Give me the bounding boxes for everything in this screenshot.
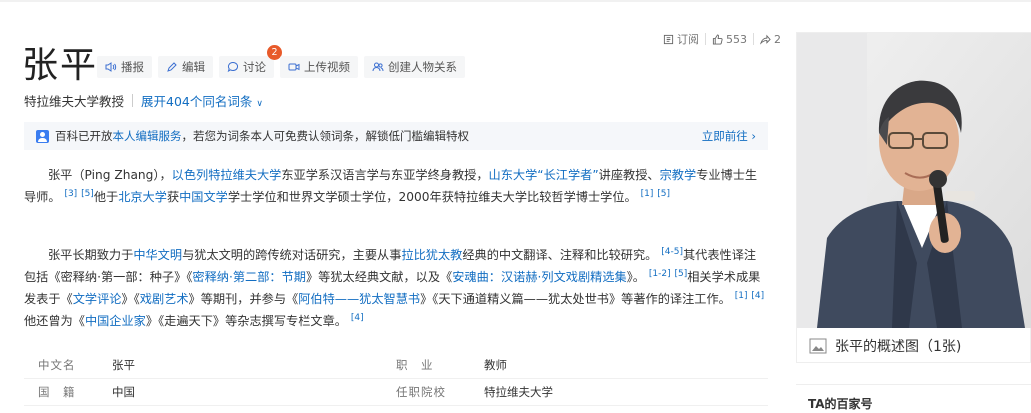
peking-university-link[interactable]: 北京大学: [118, 190, 167, 204]
info-row: 中文名 张平 职 业 教师: [24, 352, 768, 379]
reference-link[interactable]: [4-5]: [661, 247, 683, 257]
self-edit-service-link[interactable]: 本人编辑服务: [113, 128, 182, 144]
like-count: 553: [726, 32, 747, 46]
rabbinic-judaism-link[interactable]: 拉比犹太教: [401, 248, 462, 262]
share-icon: [760, 34, 771, 45]
summary-photo-card[interactable]: 张平的概述图（1张): [796, 32, 1031, 363]
action-bar: 播报 编辑 讨论 2 上传视频 创建人物关系: [97, 45, 465, 78]
thumbs-up-icon: [712, 33, 723, 45]
info-value: 张平: [112, 358, 135, 372]
chat-bubble-icon: [227, 61, 239, 73]
info-key: 任职院校: [396, 385, 446, 399]
page-title: 张平: [22, 45, 99, 86]
reference-link[interactable]: [4]: [751, 291, 764, 301]
reference-link[interactable]: [1-2]: [649, 269, 671, 279]
video-icon: [288, 63, 300, 71]
chinese-literature-link[interactable]: 中国文学: [179, 190, 228, 204]
go-now-link[interactable]: 立即前往 ›: [702, 128, 756, 144]
upload-video-button[interactable]: 上传视频: [280, 56, 358, 78]
stats-bar: 订阅 553 2: [657, 31, 787, 47]
research-paragraph: 张平长期致力于中华文明与犹太文明的跨传统对话研究，主要从事拉比犹太教经典的中文翻…: [24, 247, 765, 329]
like-button[interactable]: 553: [706, 33, 753, 46]
literary-review-link[interactable]: 文学评论: [73, 292, 122, 306]
broadcast-button[interactable]: 播报: [97, 56, 152, 78]
info-box: 中文名 张平 职 业 教师 国 籍 中国 任职院校 特拉维夫大学: [24, 352, 768, 406]
create-relation-button[interactable]: 创建人物关系: [364, 56, 465, 78]
info-key: 国 籍: [38, 385, 76, 399]
create-relation-label: 创建人物关系: [388, 60, 457, 74]
edit-button[interactable]: 编辑: [158, 56, 213, 78]
reference-link[interactable]: [5]: [674, 269, 687, 279]
info-value: 特拉维夫大学: [484, 385, 553, 399]
chinese-civilization-link[interactable]: 中华文明: [133, 248, 182, 262]
person-role: 特拉维夫大学教授: [24, 94, 125, 109]
expand-homonyms-link[interactable]: 展开404个同名词条 ∨: [141, 91, 263, 110]
reference-link[interactable]: [3]: [64, 189, 77, 199]
intro-paragraph: 张平（Ping Zhang），以色列特拉维夫大学东亚学系汉语言学与东亚学终身教授…: [24, 168, 758, 204]
requiem-levin-link[interactable]: 安魂曲：汉诺赫·列文戏剧精选集: [452, 270, 627, 284]
subtitle-row: 特拉维夫大学教授 展开404个同名词条 ∨: [24, 91, 263, 110]
subscribe-icon: [663, 34, 674, 44]
occupation-link[interactable]: 教师: [484, 357, 768, 373]
reference-link[interactable]: [5]: [657, 189, 670, 199]
pencil-icon: [167, 62, 177, 72]
religious-studies-link[interactable]: 宗教学: [660, 168, 697, 182]
theatre-arts-link[interactable]: 戏剧艺术: [140, 292, 189, 306]
mishnah-moed-link[interactable]: 密释纳·第二部：节期: [192, 270, 306, 284]
photo-caption[interactable]: 张平的概述图（1张): [797, 329, 1031, 363]
portrait-photo[interactable]: [797, 33, 1031, 328]
pirkei-avot-link[interactable]: 阿伯特——犹太智慧书: [298, 292, 420, 306]
image-icon: [809, 338, 827, 354]
reference-link[interactable]: [1]: [641, 189, 654, 199]
subscribe-button[interactable]: 订阅: [657, 31, 705, 47]
share-button[interactable]: 2: [754, 33, 787, 46]
reference-link[interactable]: [4]: [351, 313, 364, 323]
reference-link[interactable]: [5]: [81, 189, 94, 199]
nationality-link[interactable]: 中国: [112, 384, 396, 400]
speaker-icon: [105, 62, 117, 72]
reference-link[interactable]: [1]: [735, 291, 748, 301]
notice-banner: 百科已开放 本人编辑服务 ，若您为词条本人可免费认领词条，解锁低门槛编辑特权 立…: [24, 122, 768, 150]
china-entrepreneur-link[interactable]: 中国企业家: [85, 314, 146, 328]
portrait-illustration: [797, 33, 1031, 328]
discuss-button[interactable]: 讨论 2: [219, 45, 282, 78]
info-row: 国 籍 中国 任职院校 特拉维夫大学: [24, 379, 768, 406]
subtitle-divider: [132, 94, 134, 107]
baijiahao-section-title: TA的百家号: [796, 384, 1031, 413]
info-key: 职 业: [396, 358, 434, 372]
info-key: 中文名: [38, 358, 76, 372]
user-badge-icon: [36, 129, 49, 143]
discuss-label: 讨论: [243, 60, 266, 74]
notice-prefix: 百科已开放: [55, 129, 113, 143]
edit-label: 编辑: [182, 60, 205, 74]
notice-suffix: ，若您为词条本人可免费认领词条，解锁低门槛编辑特权: [181, 129, 470, 143]
people-icon: [372, 62, 384, 72]
photo-caption-text: 张平的概述图（1张): [835, 339, 962, 355]
broadcast-label: 播报: [121, 60, 144, 74]
changjiang-scholar-link[interactable]: “长江学者”: [537, 168, 598, 182]
chevron-down-icon: ∨: [256, 99, 263, 109]
top-divider: [0, 0, 1031, 2]
share-count: 2: [774, 32, 781, 46]
shandong-university-link[interactable]: 山东大学: [489, 168, 538, 182]
upload-video-label: 上传视频: [304, 60, 350, 74]
subscribe-label: 订阅: [677, 33, 699, 46]
tel-aviv-university-link[interactable]: 以色列特拉维夫大学: [172, 168, 282, 182]
